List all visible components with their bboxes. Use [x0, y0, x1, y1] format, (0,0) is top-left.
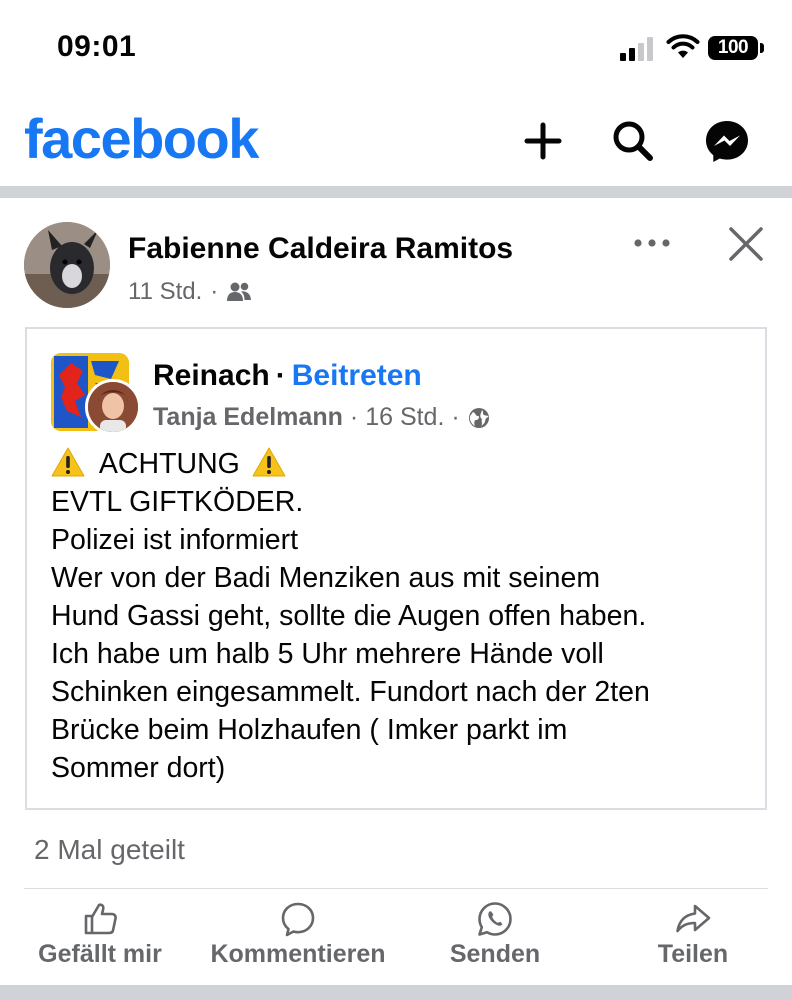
meta-separator: ·: [349, 403, 359, 431]
post-line-2: Polizei ist informiert: [51, 524, 299, 556]
signal-icon: [620, 37, 653, 61]
like-button[interactable]: Gefällt mir: [30, 900, 170, 976]
poster-name[interactable]: Tanja Edelmann: [153, 403, 343, 432]
section-divider: [0, 186, 792, 198]
post-line-0: ACHTUNG: [98, 448, 240, 480]
post-line-4: Hund Gassi geht, sollte die Augen offen …: [51, 600, 647, 632]
comment-icon: [281, 902, 315, 937]
section-divider: [0, 985, 792, 999]
like-label: Gefällt mir: [38, 940, 162, 968]
post-line-6: Schinken eingesammelt. Fundort nach der …: [51, 676, 650, 708]
warning-icon: [252, 447, 286, 477]
group-name[interactable]: Reinach: [153, 359, 270, 393]
status-time: 09:01: [57, 30, 137, 63]
post-line-1: EVTL GIFTKÖDER.: [51, 486, 304, 518]
shared-post-time[interactable]: 16 Std.: [365, 403, 444, 432]
shared-post[interactable]: Reinach · Beitreten Tanja Edelmann · 16 …: [25, 327, 767, 810]
warning-icon: [51, 447, 85, 477]
send-label: Senden: [449, 940, 541, 968]
facebook-logo[interactable]: facebook: [24, 106, 259, 171]
send-button[interactable]: Senden: [440, 900, 550, 976]
post-line-7: Brücke beim Holzhaufen ( Imker parkt im: [51, 714, 568, 746]
battery-tip: [760, 43, 764, 53]
meta-separator: ·: [451, 403, 460, 431]
close-icon[interactable]: [726, 224, 766, 264]
meta-separator: ·: [210, 278, 219, 305]
author-name[interactable]: Fabienne Caldeira Ramitos: [128, 232, 513, 266]
post-line-5: Ich habe um halb 5 Uhr mehrere Hände vol…: [51, 638, 604, 670]
shared-post-meta: Tanja Edelmann · 16 Std. ·: [153, 403, 491, 432]
share-button[interactable]: Teilen: [648, 900, 738, 976]
share-count[interactable]: 2 Mal geteilt: [34, 834, 185, 866]
post-line-8: Sommer dort): [51, 752, 226, 784]
whatsapp-icon: [478, 902, 512, 936]
friends-icon: [227, 282, 252, 301]
post-line-3: Wer von der Badi Menziken aus mit seinem: [51, 562, 601, 594]
more-options-icon[interactable]: [630, 228, 674, 258]
comment-label: Kommentieren: [210, 940, 386, 968]
author-avatar[interactable]: [24, 222, 110, 308]
actions-divider: [24, 888, 768, 889]
plus-icon[interactable]: [518, 116, 568, 166]
messenger-icon[interactable]: [702, 116, 752, 166]
post-time[interactable]: 11 Std.: [128, 278, 202, 306]
group-separator: ·: [275, 359, 286, 392]
poster-avatar[interactable]: [85, 379, 141, 435]
wifi-icon: [666, 34, 700, 58]
search-icon[interactable]: [608, 116, 658, 166]
text-line: ACHTUNG: [51, 445, 751, 483]
share-arrow-icon: [676, 904, 711, 933]
globe-icon: [468, 407, 489, 428]
like-icon: [84, 903, 117, 935]
shared-post-text: ACHTUNG EVTL GIFTKÖDER. Polizei ist info…: [51, 445, 751, 787]
group-line: Reinach · Beitreten: [153, 359, 422, 393]
comment-button[interactable]: Kommentieren: [200, 900, 396, 976]
join-group-button[interactable]: Beitreten: [292, 359, 422, 393]
app-header: facebook: [0, 96, 792, 186]
battery-indicator: 100: [708, 36, 758, 60]
status-bar: 09:01 100: [0, 0, 792, 96]
share-label: Teilen: [657, 940, 729, 968]
post-meta: 11 Std. ·: [128, 278, 252, 306]
